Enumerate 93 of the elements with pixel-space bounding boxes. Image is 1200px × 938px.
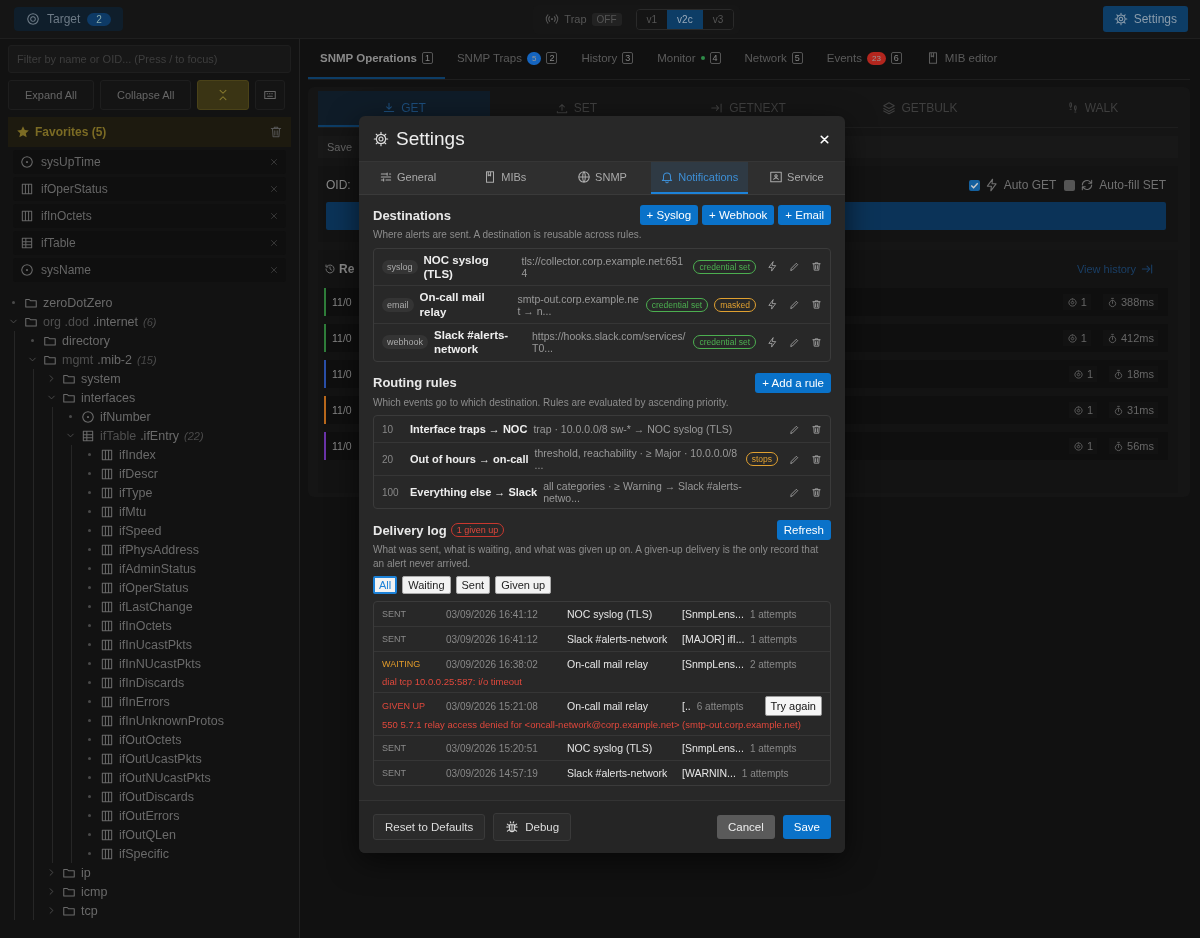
favorite-name: ifOperStatus bbox=[41, 182, 108, 196]
node-count: (22) bbox=[184, 429, 204, 442]
recent-title: Re bbox=[339, 262, 355, 276]
duration: 31ms bbox=[1127, 404, 1154, 416]
shortcut-key: 6 bbox=[890, 52, 902, 64]
section-title: Routing rules bbox=[373, 375, 457, 391]
delivery-message: [MAJOR] ifI... bbox=[682, 633, 745, 646]
duration: 56ms bbox=[1127, 440, 1154, 452]
rule-summary: trap · 10.0.0.0/8 sw-* → NOC syslog (TLS) bbox=[533, 423, 734, 436]
attempt-count: 1 attempts bbox=[741, 767, 789, 779]
delivery-destination: On-call mail relay bbox=[567, 700, 650, 713]
delivery-destination: Slack #alerts-network bbox=[567, 767, 669, 780]
attempt-count: 1 attempts bbox=[749, 742, 797, 754]
delivery-status: SENT bbox=[382, 609, 407, 620]
section-hint: Which events go to which destination. Rules are evaluated by ascending priority. bbox=[373, 395, 730, 410]
rule-priority: 20 bbox=[382, 453, 395, 465]
target-count: 2 bbox=[87, 12, 111, 26]
delivery-time: 03/09/2026 15:21:08 bbox=[446, 700, 539, 712]
history-date: 11/0 bbox=[332, 368, 352, 380]
favorite-name: sysUpTime bbox=[41, 155, 101, 169]
destination-address: https://hooks.slack.com/services/T0... bbox=[532, 330, 687, 355]
rule-summary: threshold, reachability · ≥ Major · 10.0.0.0/8 ... bbox=[534, 447, 738, 472]
attempt-count: 6 attempts bbox=[696, 700, 744, 712]
delivery-time: 03/09/2026 15:20:51 bbox=[446, 742, 539, 754]
shortcut-key: 4 bbox=[709, 52, 721, 64]
delivery-message: [.. bbox=[682, 700, 691, 713]
delivery-destination: NOC syslog (TLS) bbox=[567, 742, 654, 755]
result-count: 1 bbox=[1080, 332, 1087, 344]
duration: 388ms bbox=[1120, 296, 1154, 308]
shortcut-key: 2 bbox=[546, 52, 558, 64]
favorite-name: ifTable bbox=[41, 236, 76, 250]
shortcut-key: 5 bbox=[791, 52, 803, 64]
rule-summary: all categories · ≥ Warning → Slack #alerts-netwo... bbox=[543, 480, 743, 505]
attempt-count: 1 attempts bbox=[750, 633, 798, 645]
favorite-name: ifInOctets bbox=[41, 209, 92, 223]
result-count: 1 bbox=[1086, 368, 1094, 380]
rule-name: Interface traps → NOC bbox=[410, 423, 528, 436]
rule-name: Everything else → Slack bbox=[410, 486, 538, 499]
delivery-time: 03/09/2026 16:41:12 bbox=[446, 608, 539, 620]
type-tag: webhook bbox=[382, 335, 429, 350]
shortcut-key: 3 bbox=[622, 52, 634, 64]
type-tag: email bbox=[382, 297, 414, 312]
delivery-message: [SnmpLens... bbox=[682, 742, 744, 755]
error-message: dial tcp 10.0.0.25:587: i/o timeout bbox=[382, 676, 523, 688]
history-date: 11/0 bbox=[332, 440, 352, 452]
delivery-destination: Slack #alerts-network bbox=[567, 633, 669, 646]
delivery-status: WAITING bbox=[382, 659, 422, 670]
delivery-status: GIVEN UP bbox=[382, 701, 426, 712]
destination-name: NOC syslog (TLS) bbox=[423, 252, 490, 282]
result-count: 1 bbox=[1086, 440, 1094, 452]
oid-label: OID: bbox=[326, 178, 351, 192]
delivery-time: 03/09/2026 14:57:19 bbox=[446, 767, 539, 779]
error-message: 550 5.7.1 relay access denied for <oncall-network@corp.example.net> (smtp-out.corp.example.net) bbox=[382, 719, 802, 731]
shortcut-key: 1 bbox=[421, 52, 433, 64]
rule-priority: 100 bbox=[382, 486, 400, 498]
duration: 18ms bbox=[1127, 368, 1154, 380]
section-title: Delivery log bbox=[373, 522, 447, 538]
favorites-title: Favorites (5) bbox=[35, 125, 107, 139]
history-date: 11/0 bbox=[332, 296, 352, 308]
attempt-count: 1 attempts bbox=[749, 608, 797, 620]
type-tag: syslog bbox=[382, 259, 418, 274]
delivery-destination: On-call mail relay bbox=[567, 658, 650, 671]
result-count: 1 bbox=[1080, 296, 1087, 308]
saved-label: Save bbox=[327, 141, 353, 153]
delivery-message: [SnmpLens... bbox=[682, 658, 744, 671]
delivery-status: SENT bbox=[382, 634, 407, 645]
destination-address: tls://collector.corp.example.net:6514 bbox=[521, 254, 685, 279]
attempt-count: 2 attempts bbox=[749, 658, 797, 670]
favorite-name: sysName bbox=[41, 263, 91, 277]
duration: 412ms bbox=[1120, 332, 1154, 344]
rule-name: Out of hours → on-call bbox=[410, 453, 529, 466]
delivery-status: SENT bbox=[382, 743, 407, 754]
delivery-message: [WARNIN... bbox=[682, 767, 736, 780]
destination-name: On-call mail relay bbox=[419, 290, 486, 319]
section-hint: Where alerts are sent. A destination is reusable across rules. bbox=[373, 228, 643, 242]
history-date: 11/0 bbox=[332, 332, 352, 344]
option-label: Auto GET bbox=[1003, 178, 1057, 192]
destination-name: Slack #alerts-network bbox=[434, 328, 510, 357]
option-label: Auto-fill SET bbox=[1099, 178, 1166, 192]
tab-badge: 5 bbox=[526, 51, 542, 65]
section-title: Destinations bbox=[373, 207, 451, 223]
history-date: 11/0 bbox=[332, 404, 352, 416]
delivery-status: SENT bbox=[382, 768, 407, 779]
delivery-destination: NOC syslog (TLS) bbox=[567, 608, 654, 621]
rule-priority: 10 bbox=[382, 423, 395, 435]
delivery-time: 03/09/2026 16:38:02 bbox=[446, 658, 539, 670]
dialog-title: Settings bbox=[396, 128, 465, 150]
delivery-message: [SnmpLens... bbox=[682, 608, 744, 621]
result-count: 1 bbox=[1086, 404, 1094, 416]
section-hint: What was sent, what is waiting, and what was given up on. A given-up delivery is the only record that an alert never arrived. bbox=[373, 543, 820, 571]
tab-badge: 23 bbox=[866, 51, 886, 65]
delivery-time: 03/09/2026 16:41:12 bbox=[446, 633, 539, 645]
destination-address: smtp-out.corp.example.net → n... bbox=[517, 292, 640, 317]
